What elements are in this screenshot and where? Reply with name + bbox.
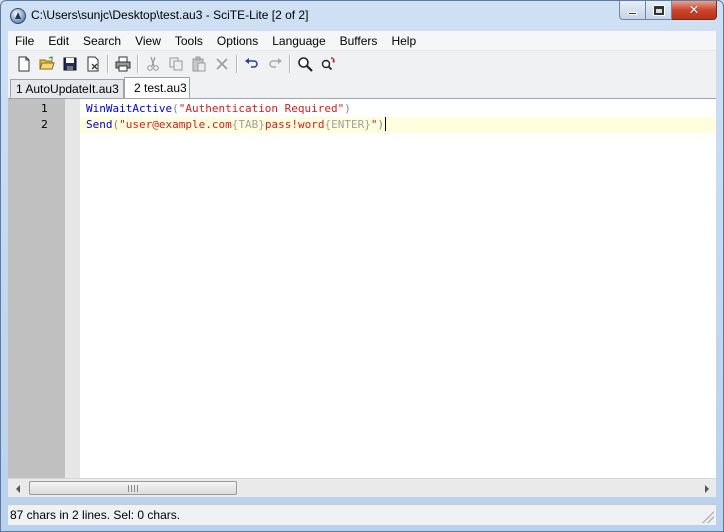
function-token: WinWaitActive [86,102,173,115]
print-icon [115,56,130,72]
scroll-right-button[interactable] [698,480,715,497]
close-file-icon [87,56,98,72]
status-bar: 87 chars in 2 lines. Sel: 0 chars. [8,504,716,525]
scrollbar-thumb[interactable] [29,481,237,495]
delete-icon [215,58,228,70]
send-key-token: {ENTER} [324,118,371,131]
title-bar[interactable]: C:\Users\sunjc\Desktop\test.au3 - SciTE-… [1,1,723,31]
delete-button[interactable] [210,53,233,75]
code-text[interactable]: Send("user@example.com{TAB}pass!word{ENT… [80,117,716,133]
close-button[interactable]: ✕ [672,1,717,20]
close-icon: ✕ [688,2,700,18]
cut-icon [146,56,159,71]
copy-button[interactable] [164,53,187,75]
buffer-tab-bar: 1 AutoUpdateIt.au3 2 test.au3 [8,77,716,98]
horizontal-scrollbar[interactable] [8,478,716,497]
menu-bar: File Edit Search View Tools Options Lang… [8,31,716,51]
resize-grip-icon[interactable] [702,511,714,523]
tab-autoupdateit[interactable]: 1 AutoUpdateIt.au3 [10,79,124,98]
undo-icon [244,58,258,68]
menu-edit[interactable]: Edit [41,31,76,51]
paren-token: ) [377,118,385,131]
function-token: Send [86,118,113,131]
code-line[interactable]: 2 Send("user@example.com{TAB}pass!word{E… [8,117,716,133]
line-number: 1 [41,102,48,115]
menu-tools[interactable]: Tools [168,31,210,51]
string-token: "Authentication Required" [178,102,345,115]
toolbar [8,51,716,77]
replace-button[interactable] [316,53,339,75]
maximize-icon [652,4,665,16]
close-file-button[interactable] [81,53,104,75]
status-text: 87 chars in 2 lines. Sel: 0 chars. [10,508,181,522]
redo-button[interactable] [263,53,286,75]
chevron-left-icon [15,484,20,493]
toolbar-separator [236,55,237,73]
replace-icon [321,57,335,71]
open-file-button[interactable] [35,53,58,75]
print-button[interactable] [111,53,134,75]
save-icon [63,57,76,71]
paste-icon [192,56,205,72]
new-file-icon [18,56,29,72]
fold-margin[interactable] [65,99,80,479]
cut-button[interactable] [141,53,164,75]
save-button[interactable] [58,53,81,75]
menu-options[interactable]: Options [210,31,265,51]
minimize-button[interactable] [619,1,646,20]
string-token: "user@example.com [119,118,232,131]
maximize-button[interactable] [646,1,672,20]
code-editor[interactable]: 1 WinWaitActive("Authentication Required… [8,98,716,479]
text-caret [385,117,387,131]
chevron-right-icon [704,484,709,493]
line-number-margin[interactable] [8,99,65,479]
toolbar-separator [289,55,290,73]
paste-button[interactable] [187,53,210,75]
code-text[interactable]: WinWaitActive("Authentication Required") [80,101,716,117]
scite-app-icon[interactable] [10,8,26,24]
find-button[interactable] [293,53,316,75]
toolbar-separator [137,55,138,73]
open-folder-icon [38,56,55,70]
find-icon [297,57,313,72]
minimize-icon [628,11,637,15]
window-title: C:\Users\sunjc\Desktop\test.au3 - SciTE-… [31,8,309,22]
menu-buffers[interactable]: Buffers [333,31,385,51]
menu-language[interactable]: Language [265,31,332,51]
menu-search[interactable]: Search [76,31,128,51]
tab-test-au3[interactable]: 2 test.au3 [124,77,190,98]
string-token: pass!word [264,118,325,131]
paren-token: ) [344,102,351,115]
toolbar-separator [107,55,108,73]
line-number: 2 [41,118,48,131]
grip-icon [128,485,138,492]
caption-buttons: ✕ [619,1,717,21]
copy-icon [169,57,182,71]
undo-button[interactable] [240,53,263,75]
scroll-left-button[interactable] [9,480,26,497]
redo-icon [268,58,282,68]
send-key-token: {TAB} [231,118,265,131]
scite-window: C:\Users\sunjc\Desktop\test.au3 - SciTE-… [0,0,724,532]
menu-help[interactable]: Help [384,31,423,51]
new-file-button[interactable] [12,53,35,75]
code-line[interactable]: 1 WinWaitActive("Authentication Required… [8,101,716,117]
paren-token: ( [172,102,179,115]
menu-view[interactable]: View [128,31,168,51]
menu-file[interactable]: File [8,31,41,51]
